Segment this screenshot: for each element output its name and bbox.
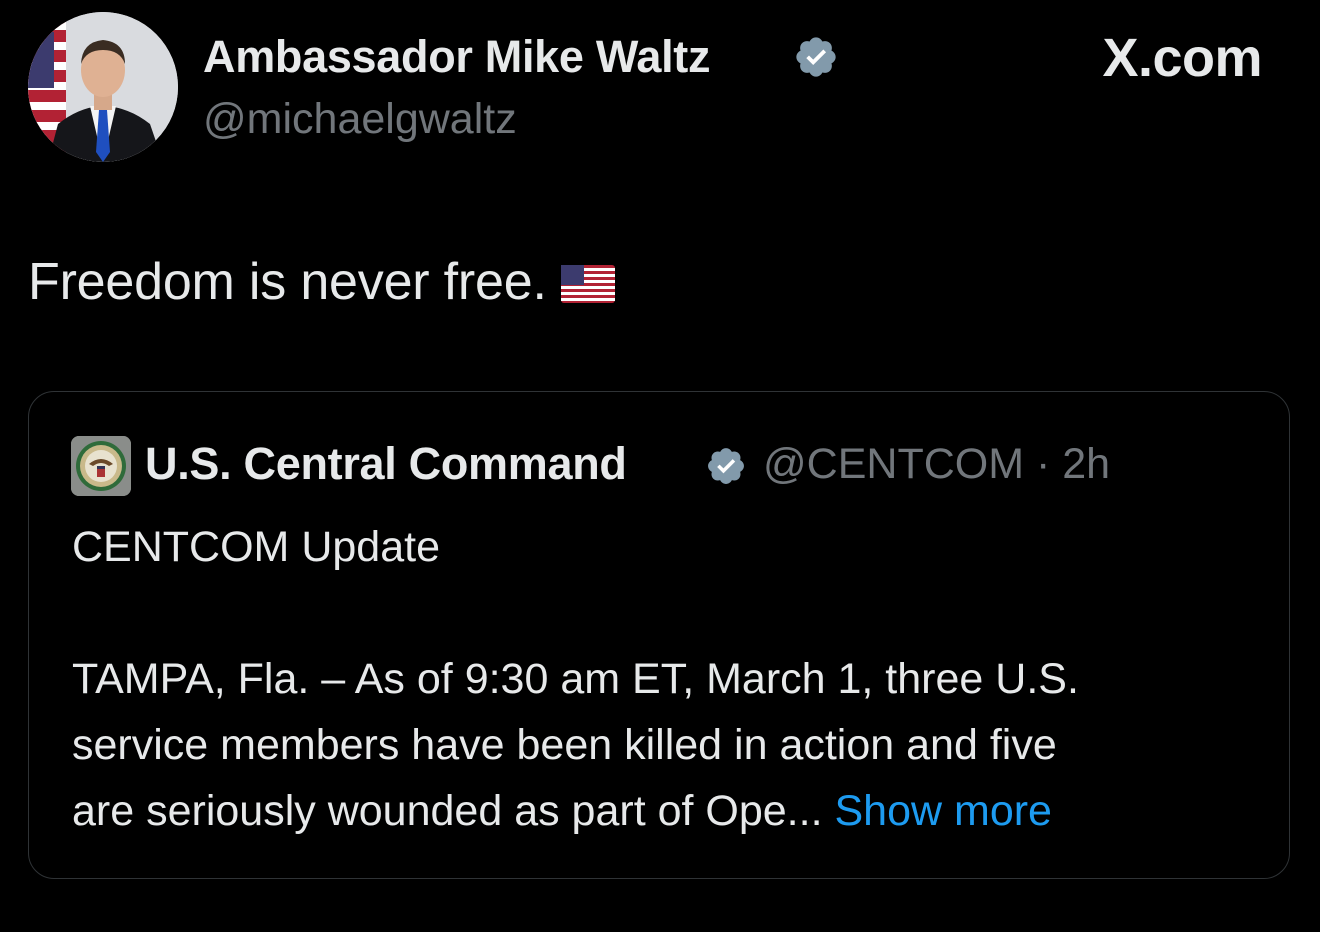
author-avatar[interactable] <box>28 12 178 162</box>
centcom-seal-icon <box>71 436 131 496</box>
author-display-name[interactable]: Ambassador Mike Waltz <box>203 32 710 82</box>
quoted-body: CENTCOM Update TAMPA, Fla. – As of 9:30 … <box>72 514 1262 844</box>
verified-badge-icon <box>796 37 836 77</box>
quoted-verified-badge-icon <box>708 448 744 484</box>
centcom-seal-avatar[interactable] <box>71 436 131 496</box>
show-more-link[interactable]: Show more <box>834 787 1051 835</box>
meta-separator: · <box>1024 440 1063 488</box>
quoted-tweet-card[interactable]: U.S. Central Command @CENTCOM · 2h CENTC… <box>28 391 1290 879</box>
quoted-line: TAMPA, Fla. – As of 9:30 am ET, March 1,… <box>72 655 1079 703</box>
tweet-text-content: Freedom is never free. <box>28 253 547 311</box>
quoted-display-name: U.S. Central Command <box>145 438 627 489</box>
brand-label: X.com <box>1102 28 1262 88</box>
quoted-line-last: are seriously wounded as part of Ope... … <box>72 778 1262 844</box>
us-flag-emoji <box>560 265 615 303</box>
quoted-line: service members have been killed in acti… <box>72 721 1057 769</box>
quoted-line: are seriously wounded as part of Ope... <box>72 787 823 835</box>
profile-photo <box>28 12 178 162</box>
author-handle[interactable]: @michaelgwaltz <box>203 94 517 144</box>
quoted-timestamp: 2h <box>1062 440 1111 488</box>
quoted-meta: @CENTCOM · 2h <box>763 436 1110 492</box>
quoted-title: CENTCOM Update <box>72 523 440 571</box>
quoted-handle: @CENTCOM <box>763 440 1025 488</box>
tweet-text: Freedom is never free. <box>28 252 615 312</box>
